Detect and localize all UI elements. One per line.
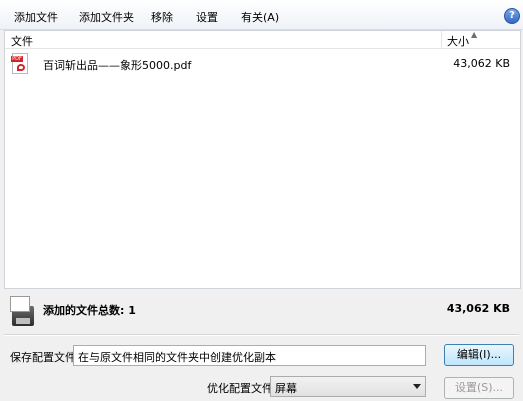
menu-remove[interactable]: 移除 bbox=[151, 9, 173, 25]
file-size: 43,062 KB bbox=[453, 57, 510, 70]
optimize-profile-label: 优化配置文件: bbox=[207, 382, 277, 395]
settings-button[interactable]: 设置(S)... bbox=[444, 377, 514, 399]
help-icon[interactable]: ? bbox=[504, 8, 520, 24]
list-header: 文件 ▲ 大小 bbox=[5, 30, 520, 49]
pdf-icon: PDF bbox=[11, 53, 28, 74]
optimizer-disk-icon bbox=[10, 296, 36, 328]
save-config-field[interactable]: 在与原文件相同的文件夹中创建优化副本 bbox=[73, 345, 426, 366]
menu-add-file[interactable]: 添加文件 bbox=[14, 9, 58, 25]
menu-bar: 添加文件 添加文件夹 移除 设置 有关(A) ? bbox=[0, 0, 523, 30]
sort-arrow-icon: ▲ bbox=[471, 30, 478, 39]
divider bbox=[4, 334, 519, 336]
menu-settings[interactable]: 设置 bbox=[196, 9, 218, 25]
column-divider[interactable] bbox=[441, 31, 442, 48]
column-header-file[interactable]: 文件 bbox=[11, 33, 33, 49]
file-row[interactable]: PDF 百词斩出品——象形5000.pdf 43,062 KB bbox=[5, 51, 520, 77]
total-size: 43,062 KB bbox=[446, 302, 510, 315]
menu-about[interactable]: 有关(A) bbox=[241, 9, 279, 25]
pdf-tag: PDF bbox=[11, 56, 23, 62]
file-list[interactable]: 文件 ▲ 大小 PDF 百词斩出品——象形5000.pdf 43,062 KB bbox=[4, 30, 521, 289]
chevron-down-icon bbox=[413, 384, 421, 389]
menu-add-folder[interactable]: 添加文件夹 bbox=[79, 9, 134, 25]
save-config-label: 保存配置文件 bbox=[10, 351, 76, 364]
optimize-profile-select[interactable]: 屏幕 bbox=[270, 376, 426, 397]
column-header-size[interactable]: 大小 bbox=[447, 33, 469, 49]
total-files-label: 添加的文件总数: 1 bbox=[43, 304, 136, 317]
file-name: 百词斩出品——象形5000.pdf bbox=[43, 59, 192, 72]
optimize-profile-value: 屏幕 bbox=[275, 382, 297, 395]
edit-button[interactable]: 编辑(I)... bbox=[444, 344, 514, 366]
